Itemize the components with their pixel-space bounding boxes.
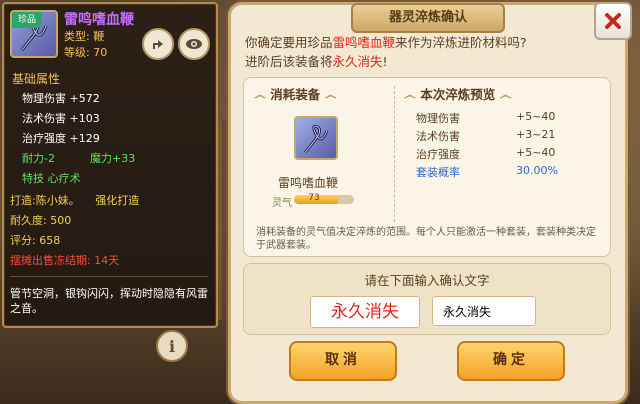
type-label: 类型: [64,30,90,43]
question-line2-prefix: 进阶后该装备将 [245,54,333,69]
eye-icon [186,39,202,49]
stat-stamina: 耐力-2 [22,152,55,165]
preview-row-value: +5~40 [516,110,556,123]
preview-row-label: 法术伤害 [416,130,460,143]
stat-mana: 魔力+33 [90,152,136,165]
confirm-button[interactable]: 确定 [457,341,565,381]
freeze-notice: 摆摊出售冻结期: 14天 [10,254,120,267]
confirm-question: 你确定要用珍品雷鸣嗜血鞭来作为淬炼进阶材料吗? 进阶后该装备将永久消失! [245,33,615,71]
score-line: 评分: 658 [10,232,60,248]
share-button[interactable] [142,28,174,60]
preview-row-label: 套装概率 [416,166,460,179]
cancel-button[interactable]: 取消 [289,341,397,381]
preview-header: ෴ 本次淬炼预览 ෴ [404,84,511,103]
stat-physical: 物理伤害 +572 [22,90,100,106]
stat-label: 物理伤害 [22,92,66,105]
item-tooltip-panel: 珍品 雷鸣嗜血鞭 类型: 鞭 等级: 70 基础属性 物理伤害 +572 法术伤… [2,2,218,328]
swirl-icon: ෴ [499,87,512,102]
dialog-title: 器灵淬炼确认 [351,3,505,33]
item-icon: 珍品 [10,10,58,58]
stat-value: +572 [69,92,100,105]
forge-type: 强化打造 [95,194,140,207]
column-divider [394,86,395,222]
preview-row-label: 物理伤害 [416,112,460,125]
level-value: 70 [93,46,108,59]
type-value: 鞭 [93,30,105,43]
whip-icon [304,124,329,154]
question-prefix: 你确定要用珍品 [245,35,333,50]
close-button[interactable] [594,2,632,40]
stat-value: +103 [69,112,100,125]
forge-line: 打造:陈小妹。 强化打造 [10,192,139,208]
confirm-text-input[interactable] [432,296,536,326]
score-value: 658 [39,234,61,247]
share-icon [153,40,163,49]
question-line2-red: 永久消失 [332,54,383,69]
swirl-icon: ෴ [324,87,337,102]
consumed-equip-name: 雷鸣嗜血鞭 [278,176,339,190]
confirm-text-box: 请在下面输入确认文字 永久消失 [243,263,611,335]
stat-value: +129 [69,132,100,145]
stat-label: 法术伤害 [22,112,66,125]
forge-label: 打造: [10,194,36,207]
item-level-line: 等级: 70 [64,44,107,60]
question-suffix: 来作为淬炼进阶材料吗? [395,35,527,50]
stat-healing: 治疗强度 +129 [22,130,100,146]
base-attributes-title: 基础属性 [12,72,61,86]
level-label: 等级: [64,46,90,59]
preview-row-value: +5~40 [516,146,556,159]
confirm-target-word: 永久消失 [310,296,420,328]
preview-row-label: 治疗强度 [416,148,460,161]
spirit-value: 73 [308,193,320,203]
refine-confirm-dialog: 器灵淬炼确认 你确定要用珍品雷鸣嗜血鞭来作为淬炼进阶材料吗? 进阶后该装备将永久… [228,2,628,404]
preview-row-value: +3~21 [516,128,556,141]
stat-label: 治疗强度 [22,132,66,145]
consume-header: ෴ 消耗装备 ෴ [254,84,336,103]
preview-header-label: 本次淬炼预览 [420,87,496,102]
swirl-icon: ෴ [254,87,266,102]
durability-label: 耐久度: [10,214,47,227]
special-skill: 特技 心疗术 [22,172,81,185]
info-button[interactable]: i [156,330,188,362]
preview-row-value: 30.00% [516,164,558,177]
consume-header-label: 消耗装备 [270,87,321,102]
close-icon [605,13,621,29]
item-description: 管节空洞，银钩闪闪，挥动时隐隐有风雷之音。 [10,287,208,315]
durability-value: 500 [50,214,72,227]
stat-magic: 法术伤害 +103 [22,110,100,126]
durability-line: 耐久度: 500 [10,212,71,228]
rarity-tag: 珍品 [12,12,42,28]
item-type-line: 类型: 鞭 [64,28,104,44]
score-label: 评分: [10,234,36,247]
swirl-icon: ෴ [404,87,416,102]
confirm-prompt: 请在下面输入确认文字 [364,273,490,288]
item-name: 雷鸣嗜血鞭 [64,12,134,28]
view-button[interactable] [178,28,210,60]
refine-info-box: ෴ 消耗装备 ෴ 雷鸣嗜血鞭 灵气 73 ෴ 本次淬炼预览 ෴ 物理伤害 +5~… [243,77,611,257]
question-item: 雷鸣嗜血鞭 [332,35,396,50]
divider [10,276,208,277]
spirit-label: 灵气 [272,198,292,209]
consumed-equip-icon [294,116,338,160]
forge-by: 陈小妹。 [35,194,80,207]
question-line2-suffix: ! [382,54,388,69]
refine-note: 消耗装备的灵气值决定淬炼的范围。每个人只能激活一种套装，套装种类决定于武器套装。 [256,227,596,251]
info-icon: i [168,336,176,356]
